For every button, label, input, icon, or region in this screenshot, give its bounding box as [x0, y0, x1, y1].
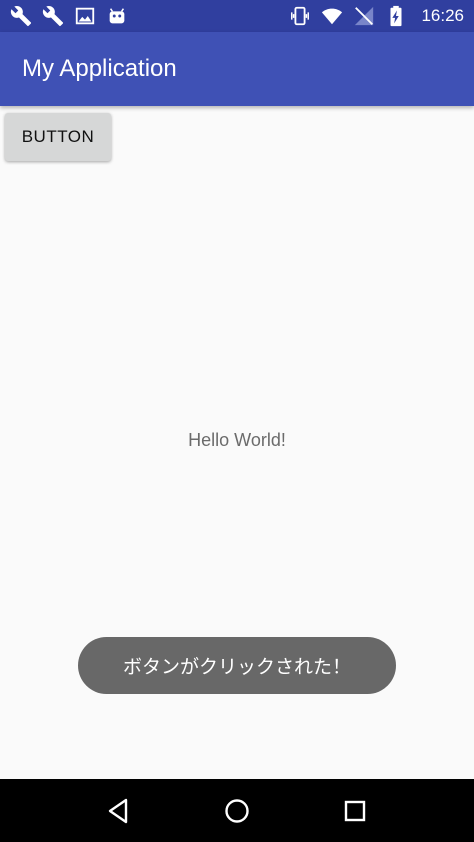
app-title: My Application: [22, 55, 177, 82]
back-button[interactable]: [99, 791, 139, 831]
android-icon: [106, 5, 128, 27]
recents-button[interactable]: [335, 791, 375, 831]
status-time: 16:26: [421, 6, 464, 25]
image-icon: [74, 5, 96, 27]
wrench-icon: [10, 5, 32, 27]
vibrate-icon: [289, 5, 311, 27]
main-button[interactable]: BUTTON: [5, 113, 111, 161]
home-icon: [222, 796, 252, 826]
status-bar: 16:26: [0, 0, 474, 32]
wifi-icon: [321, 5, 343, 27]
recents-icon: [340, 796, 370, 826]
toast-message: ボタンがクリックされた！: [78, 637, 396, 694]
app-bar: My Application: [0, 32, 474, 106]
wrench-icon: [42, 5, 64, 27]
screen: 16:26 My Application BUTTON Hello World!…: [0, 0, 474, 842]
back-icon: [104, 796, 134, 826]
toast-text: ボタンがクリックされた！: [122, 656, 351, 678]
status-bar-notifications: [10, 5, 128, 27]
hello-text: Hello World!: [188, 430, 286, 450]
no-sim-icon: [353, 5, 375, 27]
status-bar-system: 16:26: [289, 5, 464, 27]
nav-bar: [0, 779, 474, 842]
battery-charging-icon: [385, 5, 407, 27]
home-button[interactable]: [217, 791, 257, 831]
